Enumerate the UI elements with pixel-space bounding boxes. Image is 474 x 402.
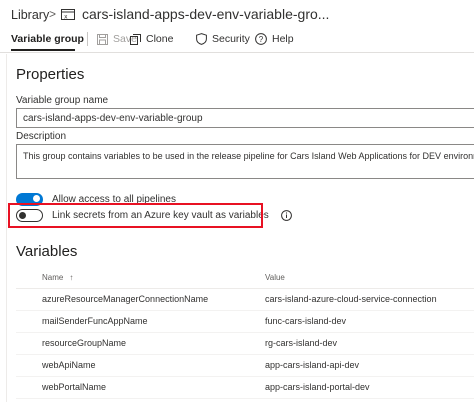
panel-left-border — [6, 54, 7, 402]
clone-icon — [130, 33, 141, 45]
description-input[interactable]: This group contains variables to be used… — [16, 144, 474, 179]
variable-value: func-cars-island-dev — [265, 316, 347, 326]
table-row[interactable]: resourceGroupName rg-cars-island-dev — [16, 333, 474, 355]
table-row[interactable]: mailSenderFuncAppName func-cars-island-d… — [16, 311, 474, 333]
variable-name: resourceGroupName — [42, 338, 127, 348]
description-label: Description — [16, 131, 67, 142]
breadcrumb-separator: > — [49, 7, 57, 21]
toolbar: Variable group Save Clone Security ? Hel… — [0, 30, 474, 52]
help-icon: ? — [255, 33, 267, 45]
variable-value: cars-island-azure-cloud-service-connecti… — [265, 294, 437, 304]
breadcrumb-library-link[interactable]: Library — [11, 8, 49, 22]
variable-group-name-label: Variable group name — [16, 95, 109, 106]
help-button[interactable]: ? Help — [255, 32, 294, 46]
toolbar-divider-line — [0, 52, 474, 53]
toolbar-divider — [87, 32, 88, 46]
svg-text:?: ? — [259, 35, 264, 44]
help-label: Help — [272, 33, 294, 45]
toggle-knob — [33, 195, 40, 202]
security-label: Security — [212, 33, 250, 45]
variable-value: app-cars-island-portal-dev — [265, 382, 370, 392]
sort-ascending-icon: ↑ — [69, 273, 74, 282]
page-title: cars-island-apps-dev-env-variable-gro... — [82, 6, 330, 22]
variable-group-icon: x — [61, 9, 75, 20]
variables-heading: Variables — [16, 243, 78, 260]
variable-name: webPortalName — [42, 382, 107, 392]
highlight-box — [8, 203, 263, 228]
column-header-value: Value — [265, 273, 285, 282]
clone-label: Clone — [146, 33, 174, 45]
properties-heading: Properties — [16, 66, 85, 83]
variable-name: azureResourceManagerConnectionName — [42, 294, 209, 304]
clone-button[interactable]: Clone — [130, 32, 173, 46]
table-row[interactable]: webApiName app-cars-island-api-dev — [16, 355, 474, 377]
tab-variable-group[interactable]: Variable group — [11, 33, 84, 45]
svg-text:x: x — [64, 14, 68, 21]
active-tab-indicator — [11, 49, 75, 51]
info-icon[interactable] — [280, 210, 292, 221]
table-row[interactable]: webPortalName app-cars-island-portal-dev — [16, 377, 474, 399]
column-name-label: Name — [42, 273, 64, 282]
variable-name: mailSenderFuncAppName — [42, 316, 148, 326]
variable-name: webApiName — [42, 360, 96, 370]
variable-value: rg-cars-island-dev — [265, 338, 338, 348]
variable-group-name-input[interactable]: cars-island-apps-dev-env-variable-group — [16, 108, 474, 128]
save-icon — [97, 33, 108, 45]
security-button[interactable]: Security — [196, 32, 250, 46]
variable-value: app-cars-island-api-dev — [265, 360, 360, 370]
column-header-name[interactable]: Name ↑ — [42, 273, 73, 282]
table-row[interactable]: azureResourceManagerConnectionName cars-… — [16, 289, 474, 311]
shield-icon — [196, 33, 207, 45]
header: Library > x cars-island-apps-dev-env-var… — [0, 0, 474, 30]
